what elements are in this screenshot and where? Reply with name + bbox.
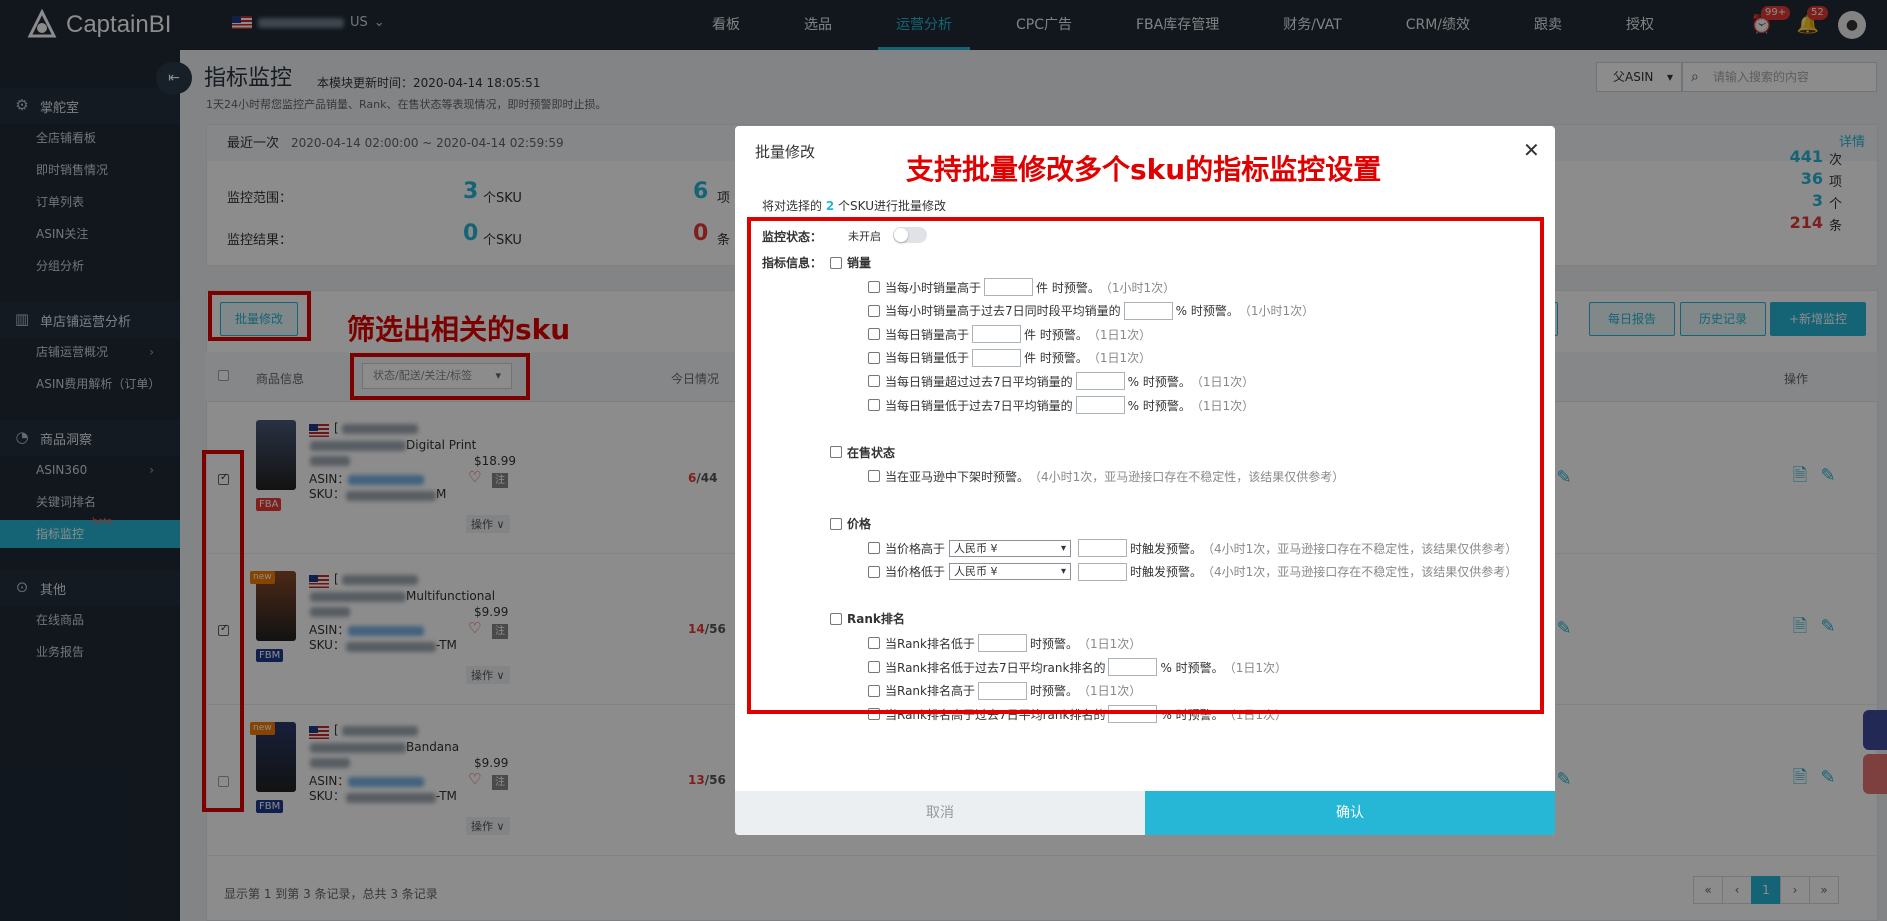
subtitle-prefix: 将对选择的 <box>762 199 823 213</box>
confirm-button[interactable]: 确认 <box>1145 791 1555 835</box>
subtitle-count: 2 <box>825 199 835 213</box>
subtitle-suffix: 个SKU进行批量修改 <box>838 199 946 213</box>
cancel-button[interactable]: 取消 <box>735 791 1145 835</box>
modal-title: 批量修改 <box>755 143 816 161</box>
highlight-modal-settings <box>747 217 1544 714</box>
modal-subtitle: 将对选择的 2 个SKU进行批量修改 <box>762 197 946 214</box>
close-icon[interactable]: ✕ <box>1523 138 1540 162</box>
annotation-modal: 支持批量修改多个sku的指标监控设置 <box>906 153 1382 186</box>
